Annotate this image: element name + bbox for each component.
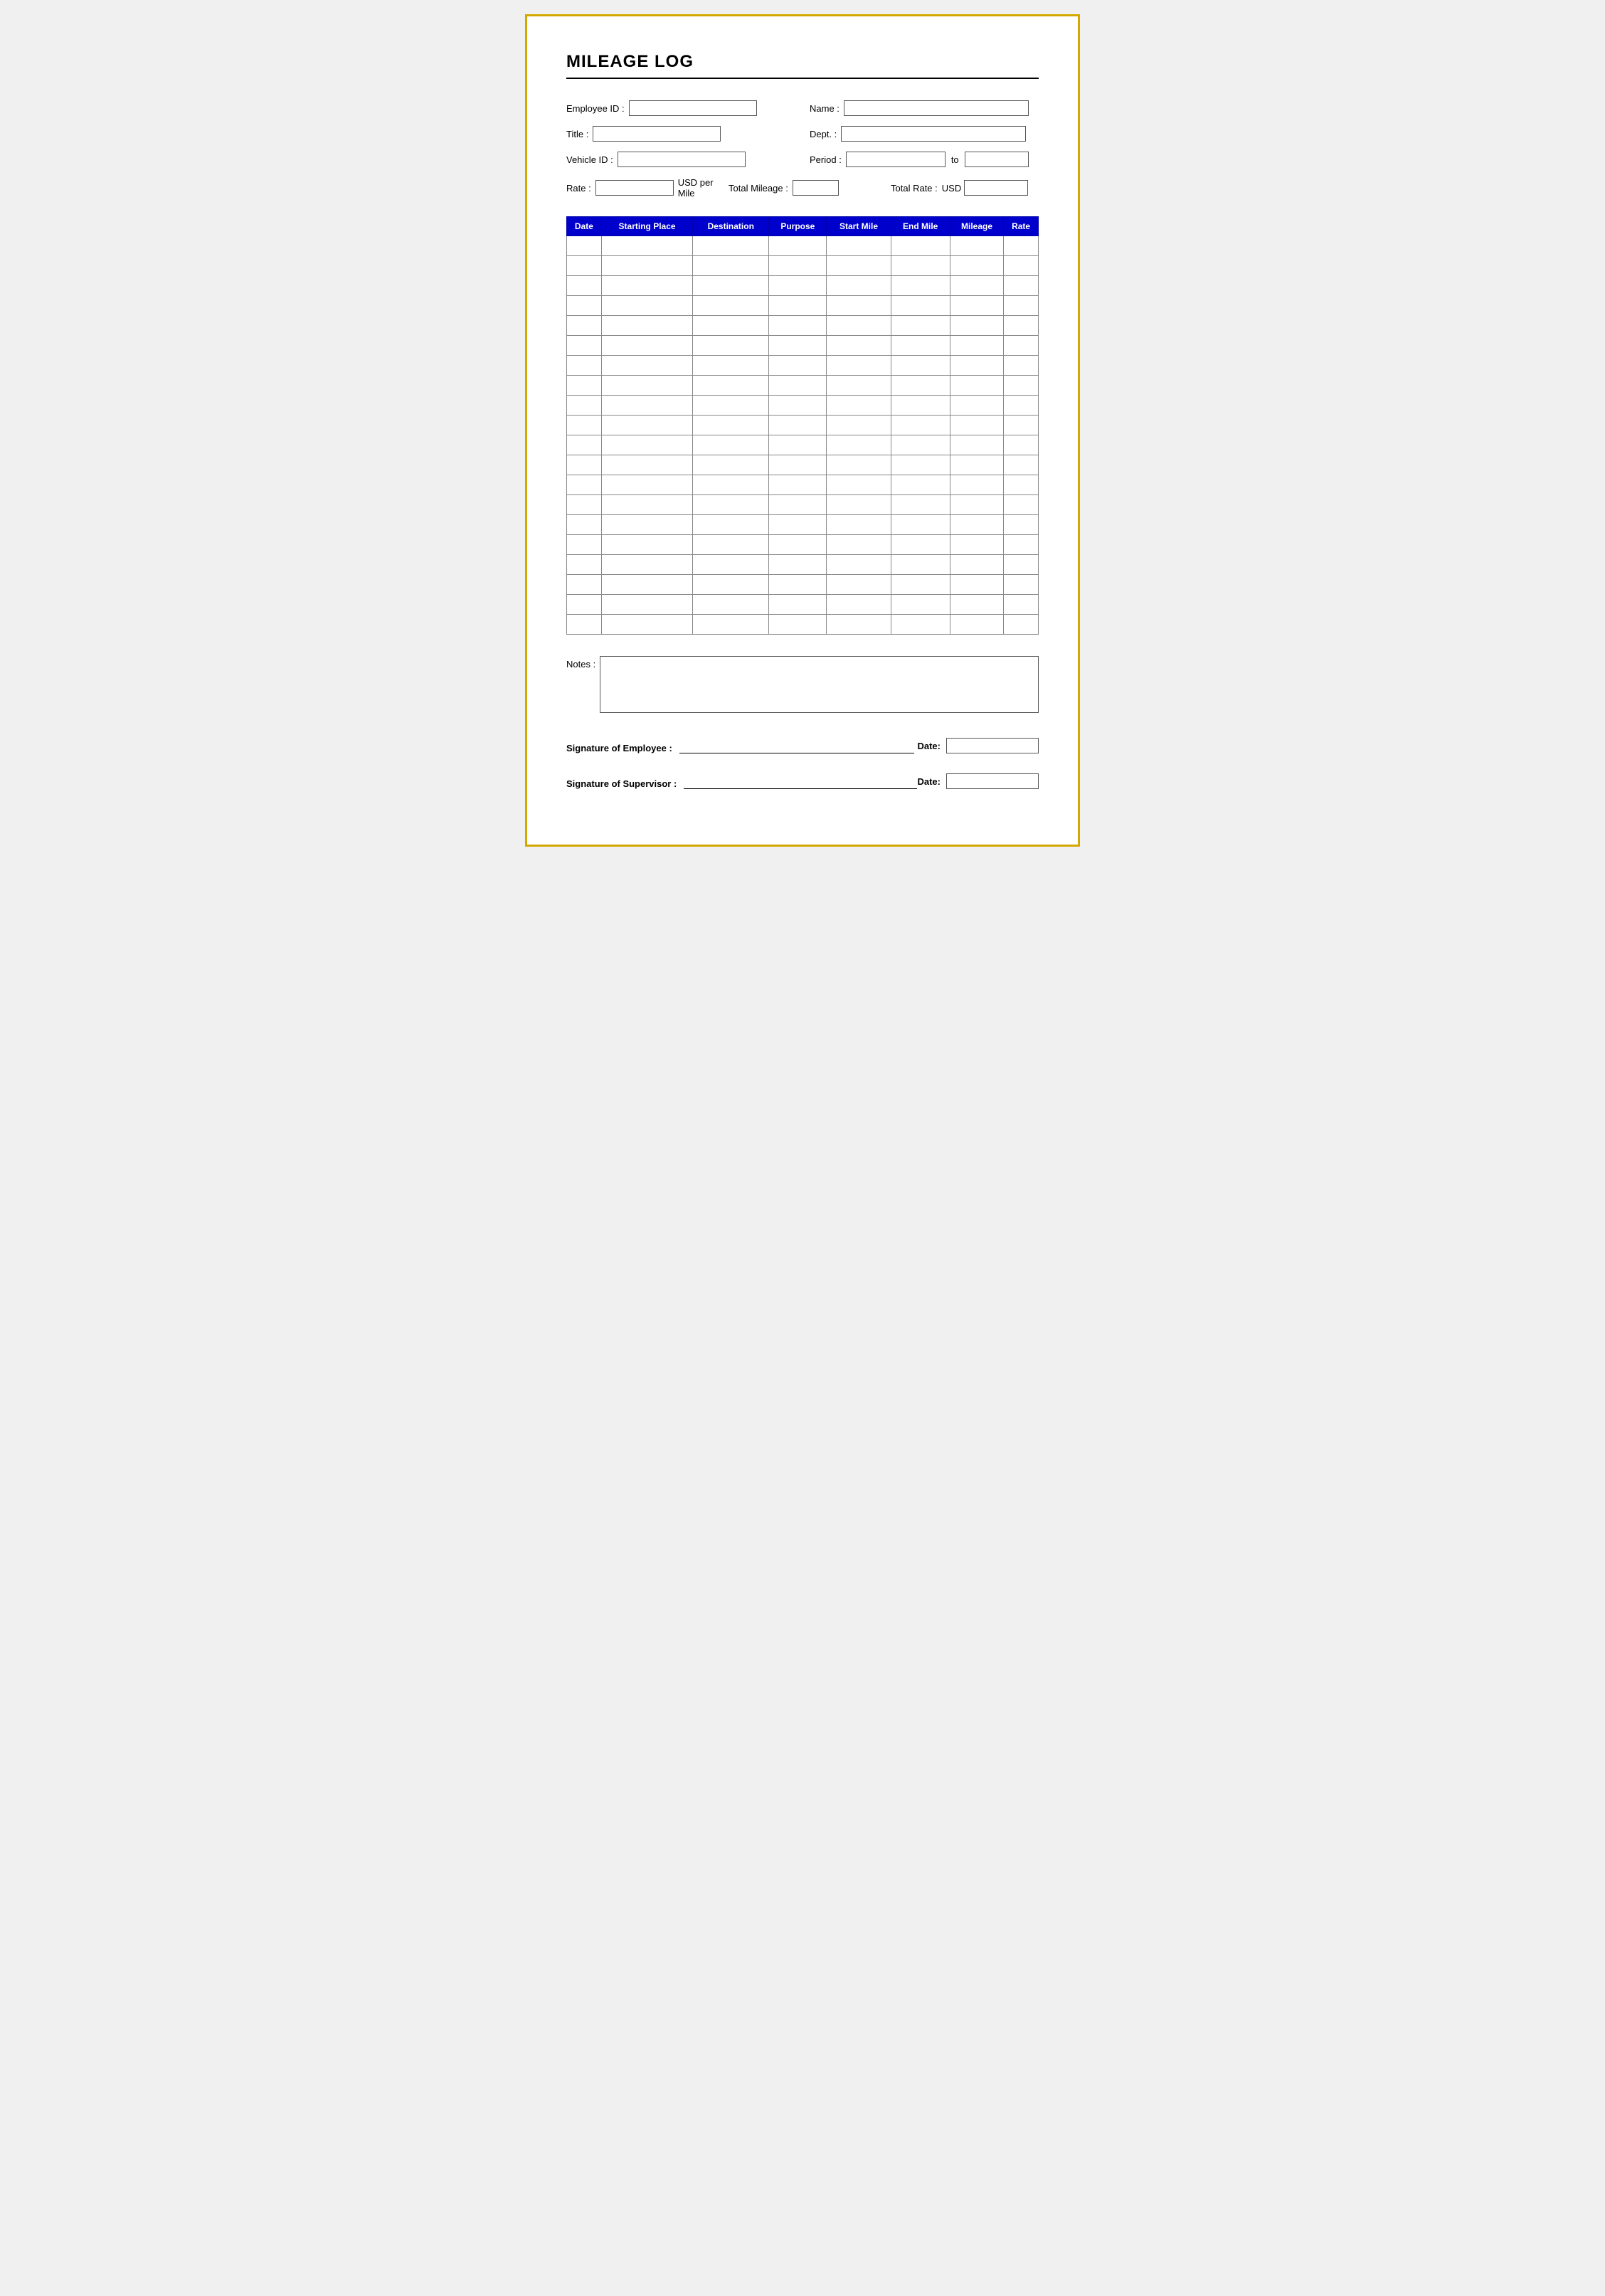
table-row	[567, 256, 1039, 276]
form-row-4: Rate : USD per Mile Total Mileage : Tota…	[566, 177, 1039, 199]
total-mileage-input[interactable]	[793, 180, 839, 196]
table-row	[567, 276, 1039, 296]
rate-label: Rate :	[566, 183, 591, 194]
form-row-1: Employee ID : Name :	[566, 100, 1039, 116]
employee-date-label: Date:	[917, 741, 941, 751]
table-row	[567, 515, 1039, 535]
col-date: Date	[567, 217, 602, 236]
table-row	[567, 455, 1039, 475]
form-row-2: Title : Dept. :	[566, 126, 1039, 142]
title-input[interactable]	[593, 126, 721, 142]
supervisor-signature-label: Signature of Supervisor :	[566, 778, 677, 789]
usd-per-mile-label: USD per Mile	[678, 177, 714, 199]
employee-id-group: Employee ID :	[566, 100, 795, 116]
employee-signature-label: Signature of Employee :	[566, 743, 672, 753]
period-to-label: to	[951, 154, 959, 165]
vehicle-id-input[interactable]	[618, 152, 746, 167]
title-label: Title :	[566, 129, 588, 139]
title-divider	[566, 78, 1039, 79]
col-purpose: Purpose	[769, 217, 827, 236]
dept-input[interactable]	[841, 126, 1026, 142]
table-row	[567, 296, 1039, 316]
table-header-row: Date Starting Place Destination Purpose …	[567, 217, 1039, 236]
table-row	[567, 236, 1039, 256]
period-group: Period : to	[810, 152, 1039, 167]
table-row	[567, 595, 1039, 615]
table-row	[567, 336, 1039, 356]
supervisor-signature-row: Signature of Supervisor : Date:	[566, 773, 1039, 789]
vehicle-id-label: Vehicle ID :	[566, 154, 613, 165]
period-to-input[interactable]	[965, 152, 1029, 167]
log-table: Date Starting Place Destination Purpose …	[566, 216, 1039, 635]
dept-label: Dept. :	[810, 129, 837, 139]
table-row	[567, 575, 1039, 595]
supervisor-date-input[interactable]	[946, 773, 1039, 789]
table-row	[567, 535, 1039, 555]
form-section: Employee ID : Name : Title : Dept. : Veh…	[566, 100, 1039, 199]
total-rate-label: Total Rate :	[891, 183, 938, 194]
name-group: Name :	[810, 100, 1039, 116]
table-body	[567, 236, 1039, 635]
employee-id-label: Employee ID :	[566, 103, 625, 114]
col-destination: Destination	[693, 217, 769, 236]
table-row	[567, 396, 1039, 416]
col-end-mile: End Mile	[891, 217, 950, 236]
employee-date-input[interactable]	[946, 738, 1039, 753]
table-row	[567, 356, 1039, 376]
signature-section: Signature of Employee : Date: Signature …	[566, 738, 1039, 789]
employee-date-group: Date:	[917, 738, 1039, 753]
employee-id-input[interactable]	[629, 100, 757, 116]
page-title: MILEAGE LOG	[566, 52, 1039, 72]
table-row	[567, 615, 1039, 635]
total-rate-group: Total Rate : USD	[891, 180, 1039, 196]
col-rate: Rate	[1004, 217, 1039, 236]
employee-signature-line	[679, 739, 914, 753]
table-row	[567, 435, 1039, 455]
title-group: Title :	[566, 126, 795, 142]
total-mileage-label: Total Mileage :	[729, 183, 788, 194]
table-row	[567, 416, 1039, 435]
table-row	[567, 495, 1039, 515]
supervisor-date-label: Date:	[917, 776, 941, 787]
table-header: Date Starting Place Destination Purpose …	[567, 217, 1039, 236]
col-start-mile: Start Mile	[827, 217, 891, 236]
notes-label: Notes :	[566, 659, 595, 670]
employee-signature-row: Signature of Employee : Date:	[566, 738, 1039, 753]
dept-group: Dept. :	[810, 126, 1039, 142]
notes-textarea[interactable]	[600, 656, 1039, 713]
total-rate-value-input[interactable]	[964, 180, 1028, 196]
period-from-input[interactable]	[846, 152, 945, 167]
form-row-3: Vehicle ID : Period : to	[566, 152, 1039, 167]
notes-section: Notes :	[566, 656, 1039, 713]
rate-group: Rate : USD per Mile	[566, 177, 714, 199]
period-label: Period :	[810, 154, 842, 165]
name-label: Name :	[810, 103, 839, 114]
name-input[interactable]	[844, 100, 1029, 116]
table-row	[567, 555, 1039, 575]
usd-label: USD	[942, 183, 961, 194]
col-starting-place: Starting Place	[601, 217, 693, 236]
table-row	[567, 316, 1039, 336]
supervisor-date-group: Date:	[917, 773, 1039, 789]
col-mileage: Mileage	[950, 217, 1003, 236]
rate-input[interactable]	[595, 180, 674, 196]
supervisor-signature-line	[684, 775, 917, 789]
total-mileage-group: Total Mileage :	[729, 180, 876, 196]
vehicle-id-group: Vehicle ID :	[566, 152, 795, 167]
mileage-log-page: MILEAGE LOG Employee ID : Name : Title :…	[525, 14, 1080, 847]
table-row	[567, 475, 1039, 495]
table-row	[567, 376, 1039, 396]
